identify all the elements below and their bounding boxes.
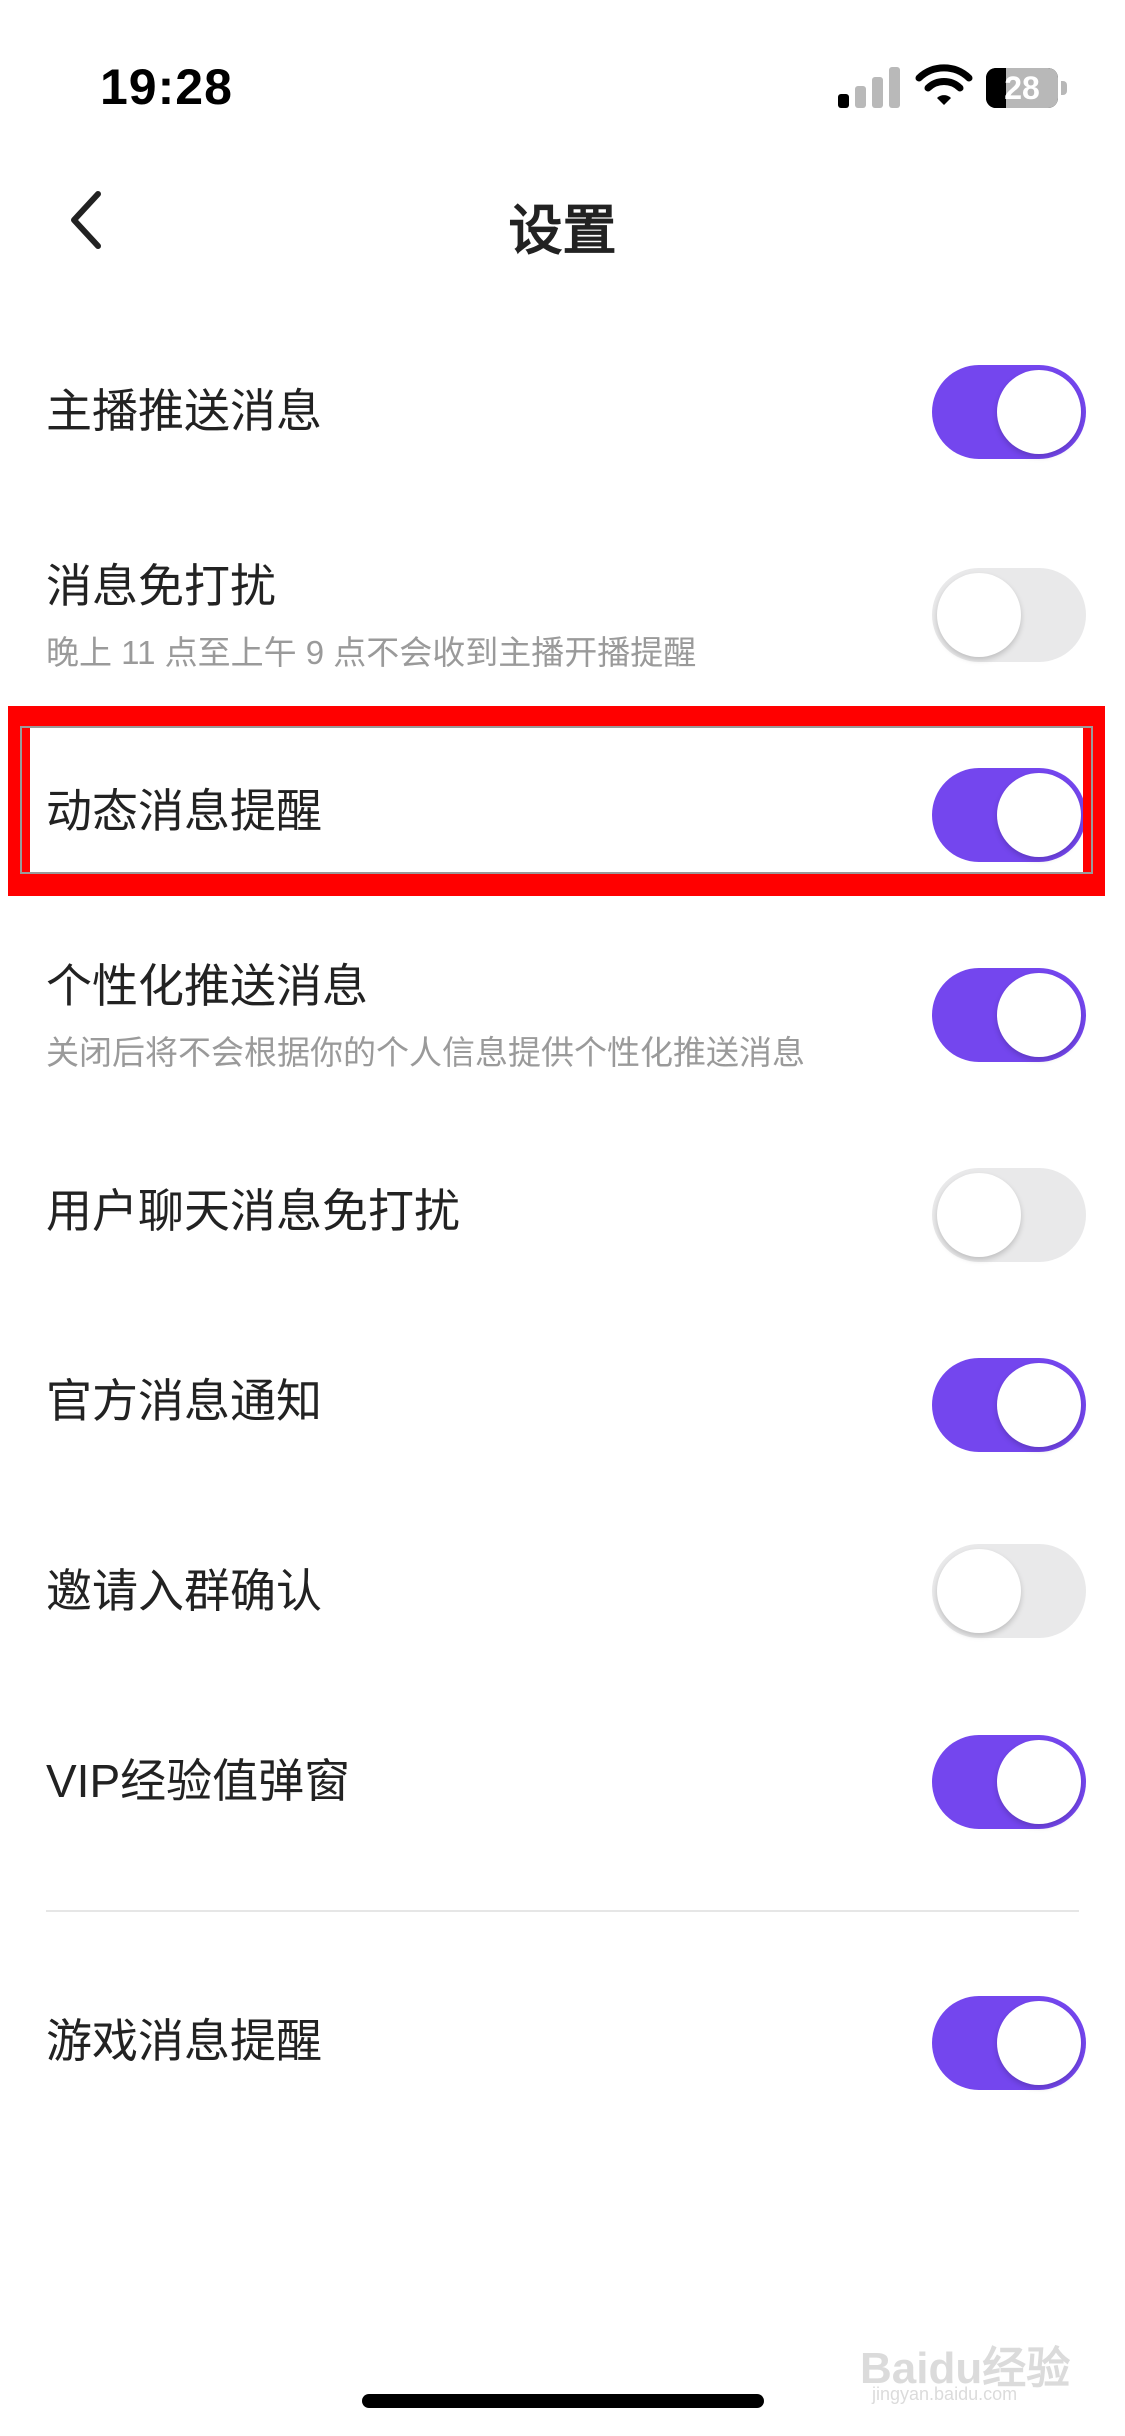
battery-icon: 28	[986, 68, 1058, 108]
setting-subtitle: 关闭后将不会根据你的个人信息提供个性化推送消息	[46, 1034, 805, 1071]
setting-label: 官方消息通知	[46, 1375, 322, 1427]
setting-row-do-not-disturb: 消息免打扰 晚上 11 点至上午 9 点不会收到主播开播提醒	[0, 550, 1125, 680]
setting-row-game-reminder: 游戏消息提醒	[0, 1990, 1125, 2100]
battery-cap	[1061, 81, 1067, 95]
watermark-site: jingyan.baidu.com	[872, 2384, 1018, 2404]
cellular-signal-icon	[838, 67, 900, 108]
setting-row-official-notice: 官方消息通知	[0, 1350, 1125, 1460]
setting-label: 邀请入群确认	[46, 1565, 322, 1617]
toggle-knob	[997, 1363, 1081, 1447]
home-indicator[interactable]	[362, 2394, 764, 2408]
setting-label: 消息免打扰	[46, 560, 276, 612]
toggle-knob	[937, 573, 1021, 657]
setting-row-personalized-push: 个性化推送消息 关闭后将不会根据你的个人信息提供个性化推送消息	[0, 950, 1125, 1080]
baidu-jingyan-watermark: Baidu经验 jingyan.baidu.com	[860, 2318, 1070, 2408]
setting-label: VIP经验值弹窗	[46, 1755, 351, 1807]
section-divider	[46, 1910, 1079, 1912]
toggle-knob	[997, 370, 1081, 454]
toggle-knob	[997, 973, 1081, 1057]
setting-label: 用户聊天消息免打扰	[46, 1185, 460, 1237]
setting-label: 游戏消息提醒	[46, 2015, 322, 2067]
toggle-knob	[997, 773, 1081, 857]
setting-subtitle: 晚上 11 点至上午 9 点不会收到主播开播提醒	[46, 634, 697, 671]
status-time: 19:28	[100, 59, 233, 115]
toggle-knob	[997, 2001, 1081, 2085]
toggle-official-notice[interactable]	[932, 1358, 1086, 1452]
toggle-streamer-push[interactable]	[932, 365, 1086, 459]
setting-label: 动态消息提醒	[46, 785, 322, 837]
watermark-brand: Baidu经验	[860, 2344, 1071, 2393]
toggle-do-not-disturb[interactable]	[932, 568, 1086, 662]
page-title: 设置	[508, 201, 617, 261]
status-bar: 19:28 28	[0, 0, 1125, 130]
battery-indicator: 28	[986, 68, 1068, 108]
setting-row-vip-exp-popup: VIP经验值弹窗	[0, 1730, 1125, 1840]
battery-level: 28	[1004, 70, 1040, 106]
toggle-vip-exp-popup[interactable]	[932, 1735, 1086, 1829]
setting-row-streamer-push: 主播推送消息	[0, 360, 1125, 470]
wifi-icon	[915, 64, 973, 105]
toggle-chat-do-not-disturb[interactable]	[932, 1168, 1086, 1262]
toggle-personalized-push[interactable]	[932, 968, 1086, 1062]
toggle-game-reminder[interactable]	[932, 1996, 1086, 2090]
toggle-group-invite-confirm[interactable]	[932, 1544, 1086, 1638]
toggle-knob	[997, 1740, 1081, 1824]
setting-label: 主播推送消息	[46, 385, 322, 437]
toggle-knob	[937, 1549, 1021, 1633]
toggle-activity-reminder[interactable]	[932, 768, 1086, 862]
toggle-knob	[937, 1173, 1021, 1257]
setting-row-chat-do-not-disturb: 用户聊天消息免打扰	[0, 1160, 1125, 1270]
nav-bar: 设置	[0, 160, 1125, 270]
setting-row-activity-reminder: 动态消息提醒	[0, 760, 1125, 870]
setting-label: 个性化推送消息	[46, 960, 368, 1012]
setting-row-group-invite-confirm: 邀请入群确认	[0, 1540, 1125, 1650]
